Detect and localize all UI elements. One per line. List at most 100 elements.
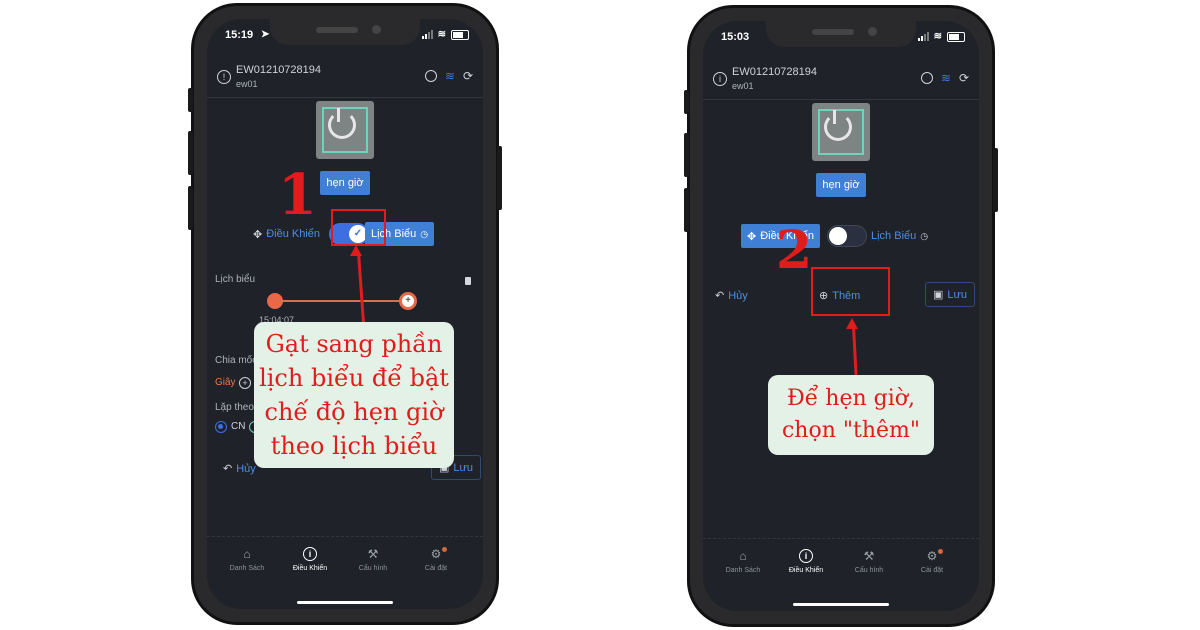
power-button[interactable] [812,103,870,161]
info-icon: i [799,549,813,563]
phone-volume-up [188,131,193,175]
callout-text-2: Để hẹn giờ, chọn "thêm" [781,386,921,443]
cancel-label: Hủy [236,462,256,475]
phone-mute-switch [188,88,193,112]
tab-label: Cài đặt [920,567,944,574]
tab-label: Cấu hình [854,567,884,574]
power-button[interactable] [316,101,374,159]
device-header: ! EW01210728194 ew01 ≋ ⟳ [207,57,483,98]
tab-danh-sach[interactable]: ⌂ Danh Sách [713,549,773,574]
refresh-icon[interactable]: ⟳ [959,72,969,84]
power-icon [328,111,356,139]
cancel-label: Hủy [728,289,748,302]
tab-danh-sach[interactable]: ⌂ Danh Sách [217,547,277,572]
phone-mute-switch [684,90,689,114]
tab-label: Danh Sách [725,567,761,574]
highlight-box-toggle [331,209,386,246]
mode-toggle[interactable] [827,225,867,247]
cancel-button[interactable]: ↶ Hủy [715,289,748,303]
step-number-2: 2 [776,220,813,281]
callout-text-1: Gạt sang phần lịch biểu để bật chế độ hẹ… [259,330,449,460]
battery-icon [947,31,965,42]
tab-cai-dat[interactable]: ⚙ Cài đặt [902,549,962,574]
gear-icon: ⚙ [430,547,442,561]
notification-dot [442,547,447,552]
tab-cau-hinh[interactable]: ⚒ Cấu hình [839,549,899,574]
clock-icon[interactable] [424,70,437,82]
status-time: 15:03 [721,31,750,43]
move-icon: ✥ [747,230,757,243]
instruction-callout-1: Gạt sang phần lịch biểu để bật chế độ hẹ… [254,322,454,468]
clock-small-icon: ◷ [420,228,429,239]
wifi-status-icon: ≋ [933,31,942,42]
phone-volume-down [684,188,689,232]
save-button[interactable]: ▣ Lưu [925,282,976,307]
phone-volume-down [188,186,193,230]
home-indicator [793,603,889,606]
wifi-icon: ≋ [444,69,455,83]
wifi-status-icon: ≋ [437,29,446,40]
schedule-mode-label[interactable]: Lịch Biểu ◷ [871,224,928,248]
phone-power-button [497,146,502,210]
home-icon: ⌂ [739,549,747,563]
schedule-timeline [269,300,405,302]
battery-icon [451,29,469,40]
schedule-mode-text: Lịch Biểu [871,230,917,242]
tab-label: Điều Khiển [788,567,824,574]
save-label: Lưu [947,288,968,301]
device-name: ew01 [732,81,754,91]
power-icon [824,113,852,141]
divide-label: Chia mốc [215,355,258,366]
tab-cau-hinh[interactable]: ⚒ Cấu hình [343,547,403,572]
tab-label: Điều Khiển [292,565,328,572]
plus-circle-icon: + [405,295,411,306]
save-label: Lưu [453,461,474,474]
timer-button[interactable]: hẹn giờ [816,173,866,197]
gear-icon: ⚙ [926,549,938,563]
phone-frame-2: 15:03 ≋ i EW01210728194 ew01 ≋ ⟳ hẹn giờ [684,5,998,627]
tab-dieu-khien[interactable]: i Điều Khiển [280,547,340,572]
timeline-start-point[interactable] [267,293,283,309]
refresh-icon[interactable]: ⟳ [463,70,473,82]
timeline-add-point[interactable]: + [399,292,417,310]
repeat-radio-cn[interactable] [215,421,227,433]
toggle-knob [829,227,847,245]
wrench-icon: ⚒ [863,549,875,563]
clock-small-icon: ◷ [920,230,929,241]
status-time: 15:19 [225,29,254,41]
device-name: ew01 [236,79,258,89]
info-icon: i [303,547,317,561]
seconds-label[interactable]: Giây [215,377,236,388]
timer-button[interactable]: hẹn giờ [320,171,370,195]
annotation-arrow-head-2 [846,318,858,329]
add-seconds-icon[interactable]: + [239,377,251,389]
phone-volume-up [684,133,689,177]
notification-dot [938,549,943,554]
device-info-icon[interactable]: i [713,72,727,86]
status-bar: 15:03 ≋ [719,31,965,47]
home-indicator [297,601,393,604]
repeat-label: Lặp theo [215,402,254,413]
save-icon: ▣ [933,289,944,301]
repeat-radio-cn-label: CN [231,421,246,432]
bottom-tab-bar: ⌂ Danh Sách i Điều Khiển ⚒ Cấu hình ⚙ Cà… [703,538,979,611]
phone-frame-1: 15:19 ➤ ≋ ! EW01210728194 ew01 ≋ ⟳ hẹn g… [188,3,502,625]
wrench-icon: ⚒ [367,547,379,561]
tab-dieu-khien[interactable]: i Điều Khiển [776,549,836,574]
highlight-box-add [811,267,890,316]
tab-label: Cài đặt [424,565,448,572]
trash-icon[interactable] [465,277,471,285]
status-bar: 15:19 ➤ ≋ [223,29,469,45]
clock-icon[interactable] [920,72,933,84]
device-info-icon[interactable]: ! [217,70,231,84]
undo-icon: ↶ [223,463,233,475]
location-arrow-icon: ➤ [261,29,270,40]
device-id: EW01210728194 [732,66,818,78]
device-header: i EW01210728194 ew01 ≋ ⟳ [703,59,979,100]
cancel-button[interactable]: ↶ Hủy [223,462,256,476]
mode-switch-bar: ✥ Điều Khiển Lịch Biểu ◷ [703,224,979,250]
annotation-arrow-head-1 [350,245,362,256]
phone-power-button [993,148,998,212]
tab-cai-dat[interactable]: ⚙ Cài đặt [406,547,466,572]
app-screen: 15:19 ➤ ≋ ! EW01210728194 ew01 ≋ ⟳ hẹn g… [207,19,483,609]
